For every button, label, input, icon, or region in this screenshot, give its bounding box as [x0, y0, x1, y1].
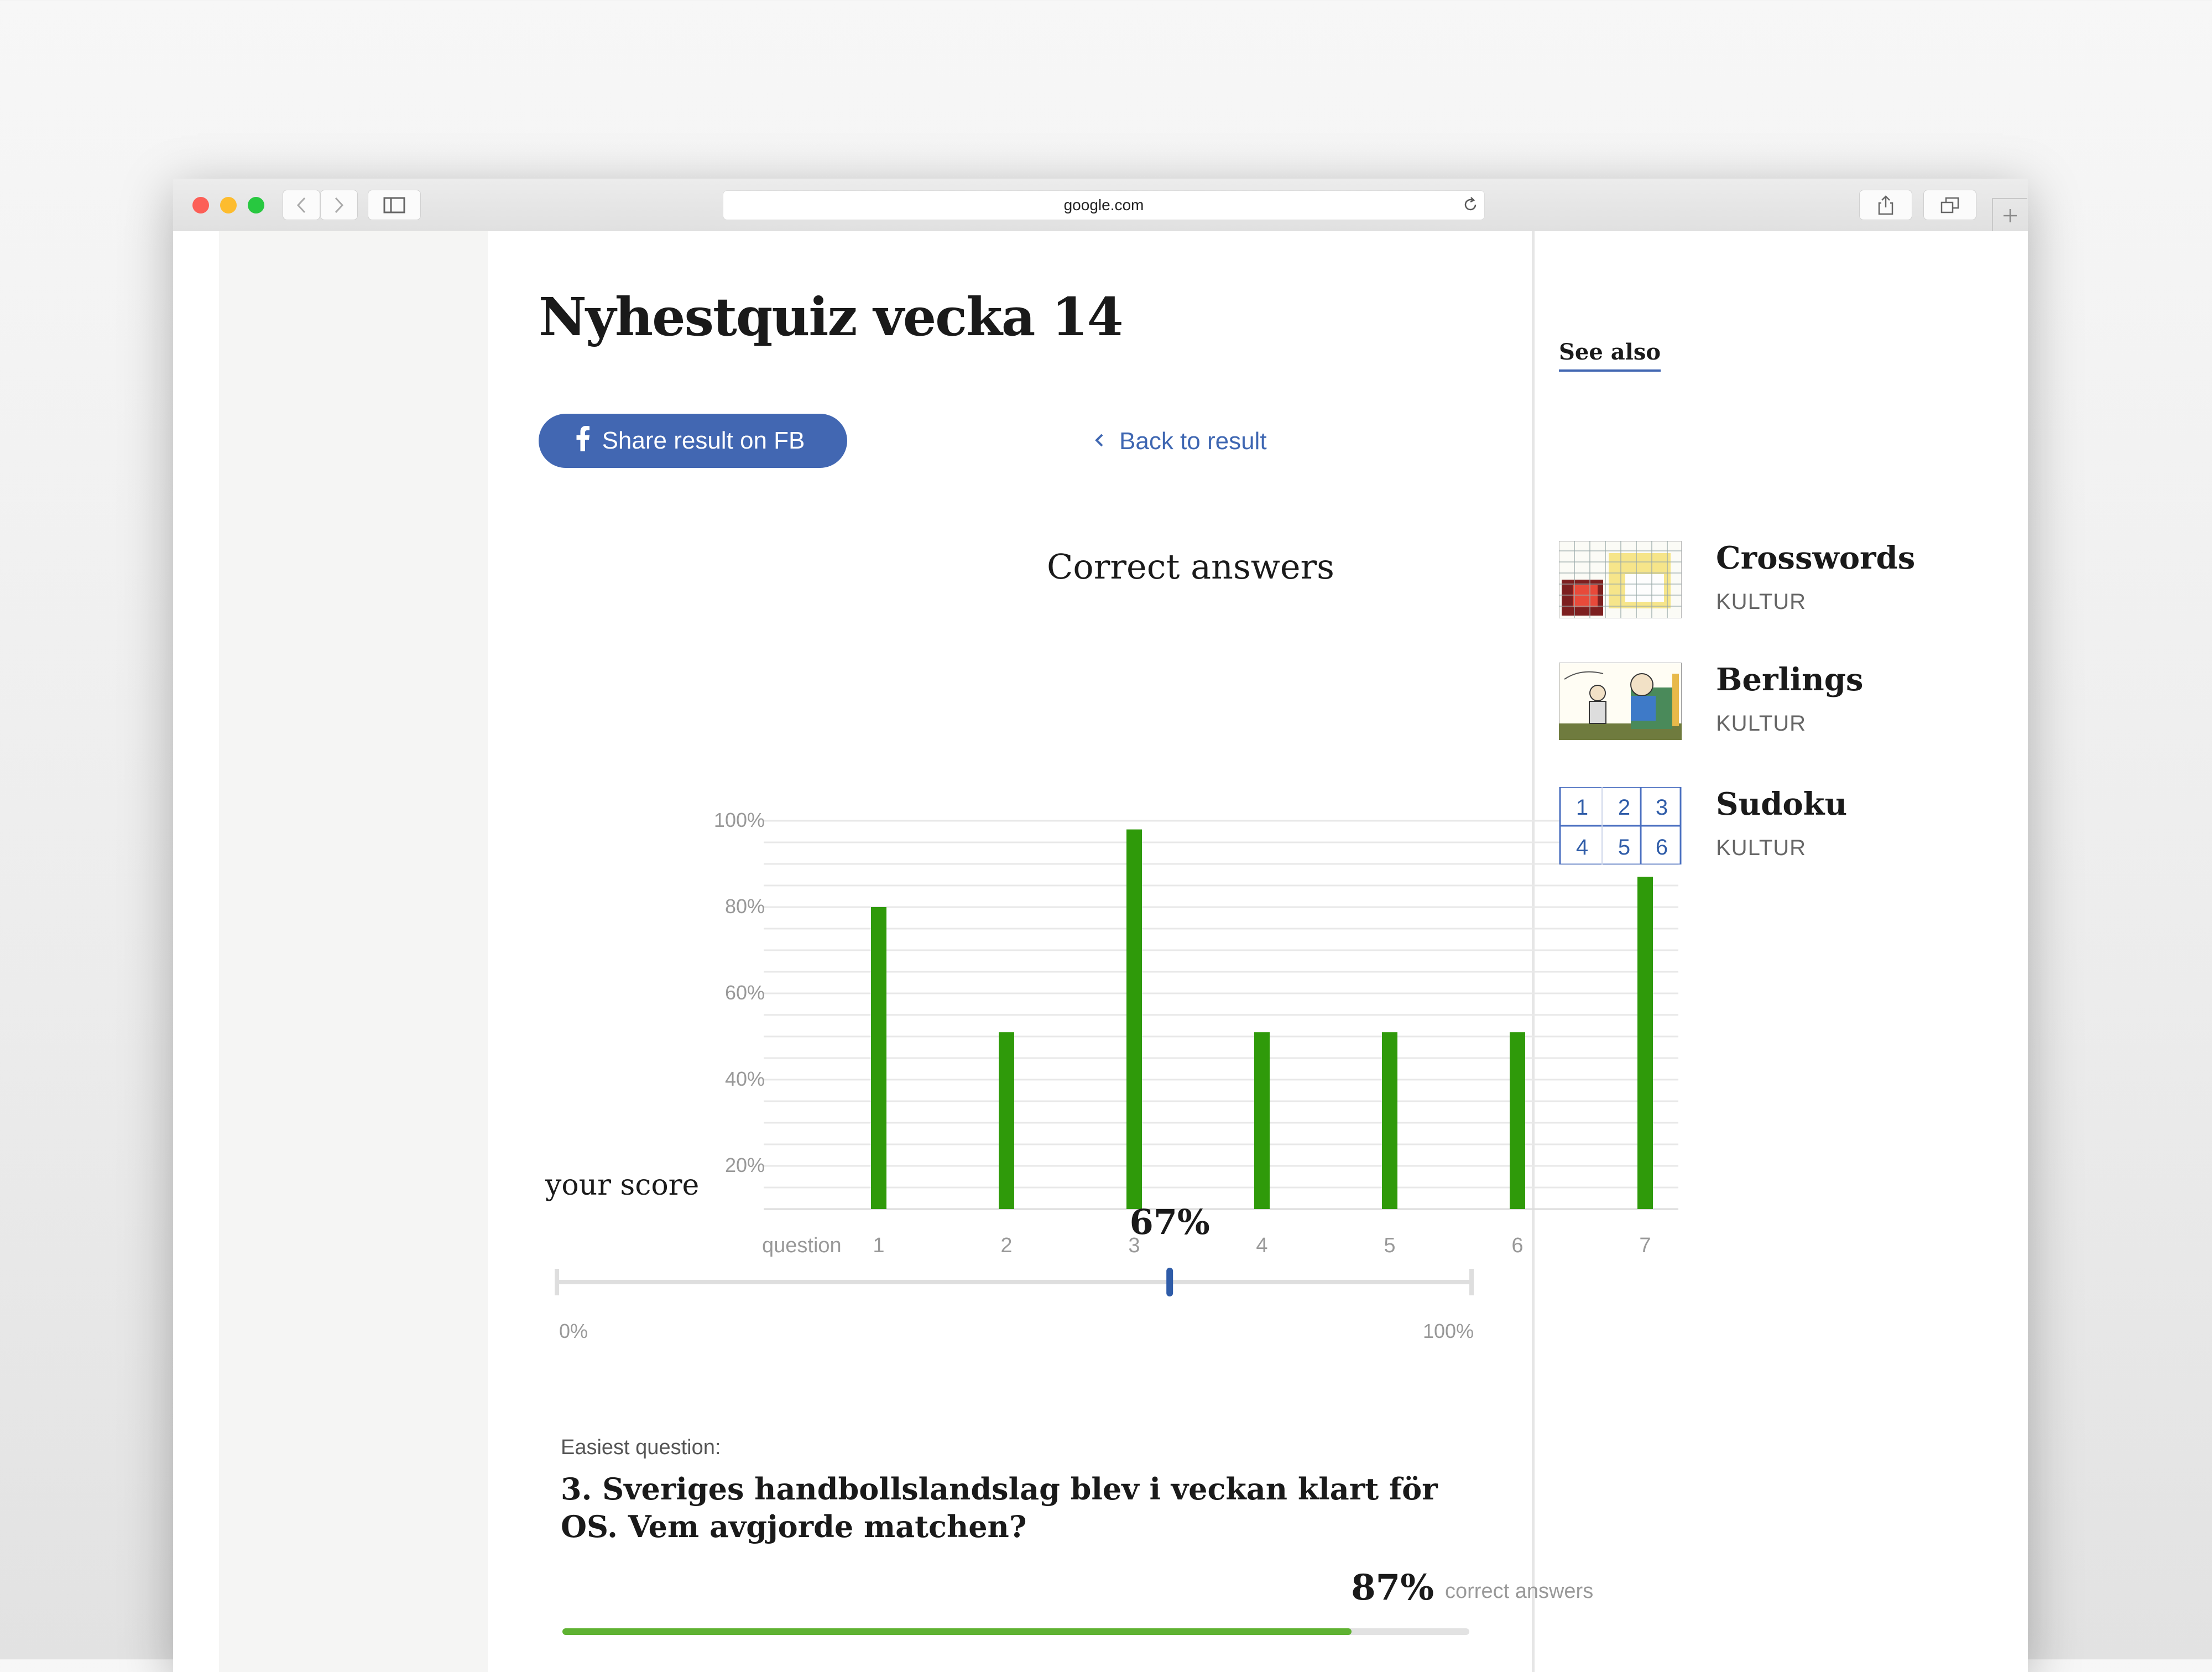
- sudoku-digit: 2: [1618, 795, 1630, 820]
- x-axis-label: question: [762, 1234, 842, 1257]
- related-title[interactable]: Crosswords: [1716, 540, 1915, 576]
- address-bar[interactable]: google.com: [723, 190, 1485, 220]
- score-marker: [1166, 1268, 1173, 1296]
- x-tick-label: 5: [1384, 1234, 1396, 1257]
- sudoku-digit: 3: [1656, 795, 1668, 820]
- x-tick-label: 6: [1511, 1234, 1524, 1257]
- related-title[interactable]: Sudoku: [1716, 786, 1847, 822]
- url-text: google.com: [1063, 196, 1144, 213]
- related-category: KULTUR: [1716, 590, 1807, 614]
- scale-min-label: 0%: [559, 1320, 588, 1342]
- sudoku-digit: 5: [1618, 835, 1630, 860]
- easiest-percent: 87%: [1351, 1567, 1434, 1608]
- related-item-crosswords[interactable]: Crosswords KULTUR: [1558, 540, 2001, 624]
- forward-arrow-icon[interactable]: [320, 190, 358, 220]
- sidebar-icon[interactable]: [368, 190, 421, 220]
- chart-bar: [1382, 1032, 1397, 1209]
- y-tick-label: 80%: [724, 895, 765, 918]
- related-category: KULTUR: [1716, 711, 1807, 736]
- share-fb-label: Share result on FB: [602, 427, 805, 454]
- y-tick-label: 100%: [713, 809, 765, 831]
- browser-toolbar: google.com: [173, 179, 2028, 232]
- page-content: Nyhestquiz vecka 14 Share result on FB B…: [173, 231, 2028, 1672]
- y-tick-label: 60%: [724, 981, 765, 1004]
- plus-icon[interactable]: [1992, 198, 2027, 232]
- score-label: your score: [545, 1169, 700, 1202]
- back-link-label: Back to result: [1119, 428, 1267, 455]
- chart-bar: [1510, 1032, 1525, 1209]
- sudoku-digit: 1: [1576, 795, 1588, 820]
- sudoku-thumbnail[interactable]: 1 2 3 4 5 6: [1559, 786, 1682, 866]
- x-tick-label: 7: [1639, 1234, 1651, 1257]
- minimize-light[interactable]: [220, 197, 237, 213]
- easiest-percent-suffix: correct answers: [1445, 1580, 1594, 1603]
- back-to-result-link[interactable]: Back to result: [1094, 422, 1267, 461]
- easiest-progress-fill: [562, 1628, 1352, 1635]
- share-fb-button[interactable]: Share result on FB: [539, 414, 847, 468]
- left-gutter: [219, 231, 488, 1672]
- chart-bar: [1637, 877, 1653, 1209]
- zoom-light[interactable]: [248, 197, 264, 213]
- reload-icon[interactable]: [1462, 196, 1479, 217]
- sudoku-digit: 6: [1656, 835, 1668, 860]
- crossword-thumbnail[interactable]: [1558, 540, 1682, 619]
- column-divider: [1532, 231, 1535, 1672]
- chevron-left-icon: [1094, 428, 1105, 455]
- back-arrow-icon[interactable]: [283, 190, 320, 220]
- related-item-berlings[interactable]: Berlings KULTUR: [1558, 661, 2001, 746]
- close-light[interactable]: [192, 197, 209, 213]
- score-value: 67%: [1129, 1202, 1210, 1242]
- chart-title: Correct answers: [1046, 546, 1334, 587]
- chart-bar: [871, 907, 886, 1209]
- page-title: Nyhestquiz vecka 14: [539, 287, 1124, 348]
- easiest-progress-track: [562, 1628, 1469, 1635]
- sudoku-digit: 4: [1576, 835, 1588, 860]
- x-tick-label: 4: [1256, 1234, 1268, 1257]
- scale-max-label: 100%: [1423, 1320, 1474, 1342]
- related-category: KULTUR: [1716, 836, 1807, 860]
- related-title[interactable]: Berlings: [1716, 661, 1863, 698]
- chart-bar: [1126, 829, 1142, 1209]
- x-tick-label: 2: [1000, 1234, 1013, 1257]
- easiest-question-label: Easiest question:: [561, 1436, 721, 1459]
- comic-thumbnail[interactable]: [1558, 662, 1682, 741]
- related-item-sudoku[interactable]: 1 2 3 4 5 6 Sudoku KULTUR: [1559, 786, 2001, 870]
- y-tick-label: 40%: [724, 1067, 765, 1090]
- share-icon[interactable]: [1859, 190, 1912, 220]
- chart-bar: [1254, 1032, 1270, 1209]
- easiest-question-text: 3. Sveriges handbollslandslag blev i vec…: [561, 1471, 1438, 1544]
- browser-window: google.com Nyhestquiz vecka 14 Share res…: [173, 179, 2028, 1672]
- see-also-heading: See also: [1559, 339, 1661, 372]
- chart-bar: [999, 1032, 1014, 1209]
- tabs-icon[interactable]: [1923, 190, 1976, 220]
- facebook-icon: [576, 425, 590, 457]
